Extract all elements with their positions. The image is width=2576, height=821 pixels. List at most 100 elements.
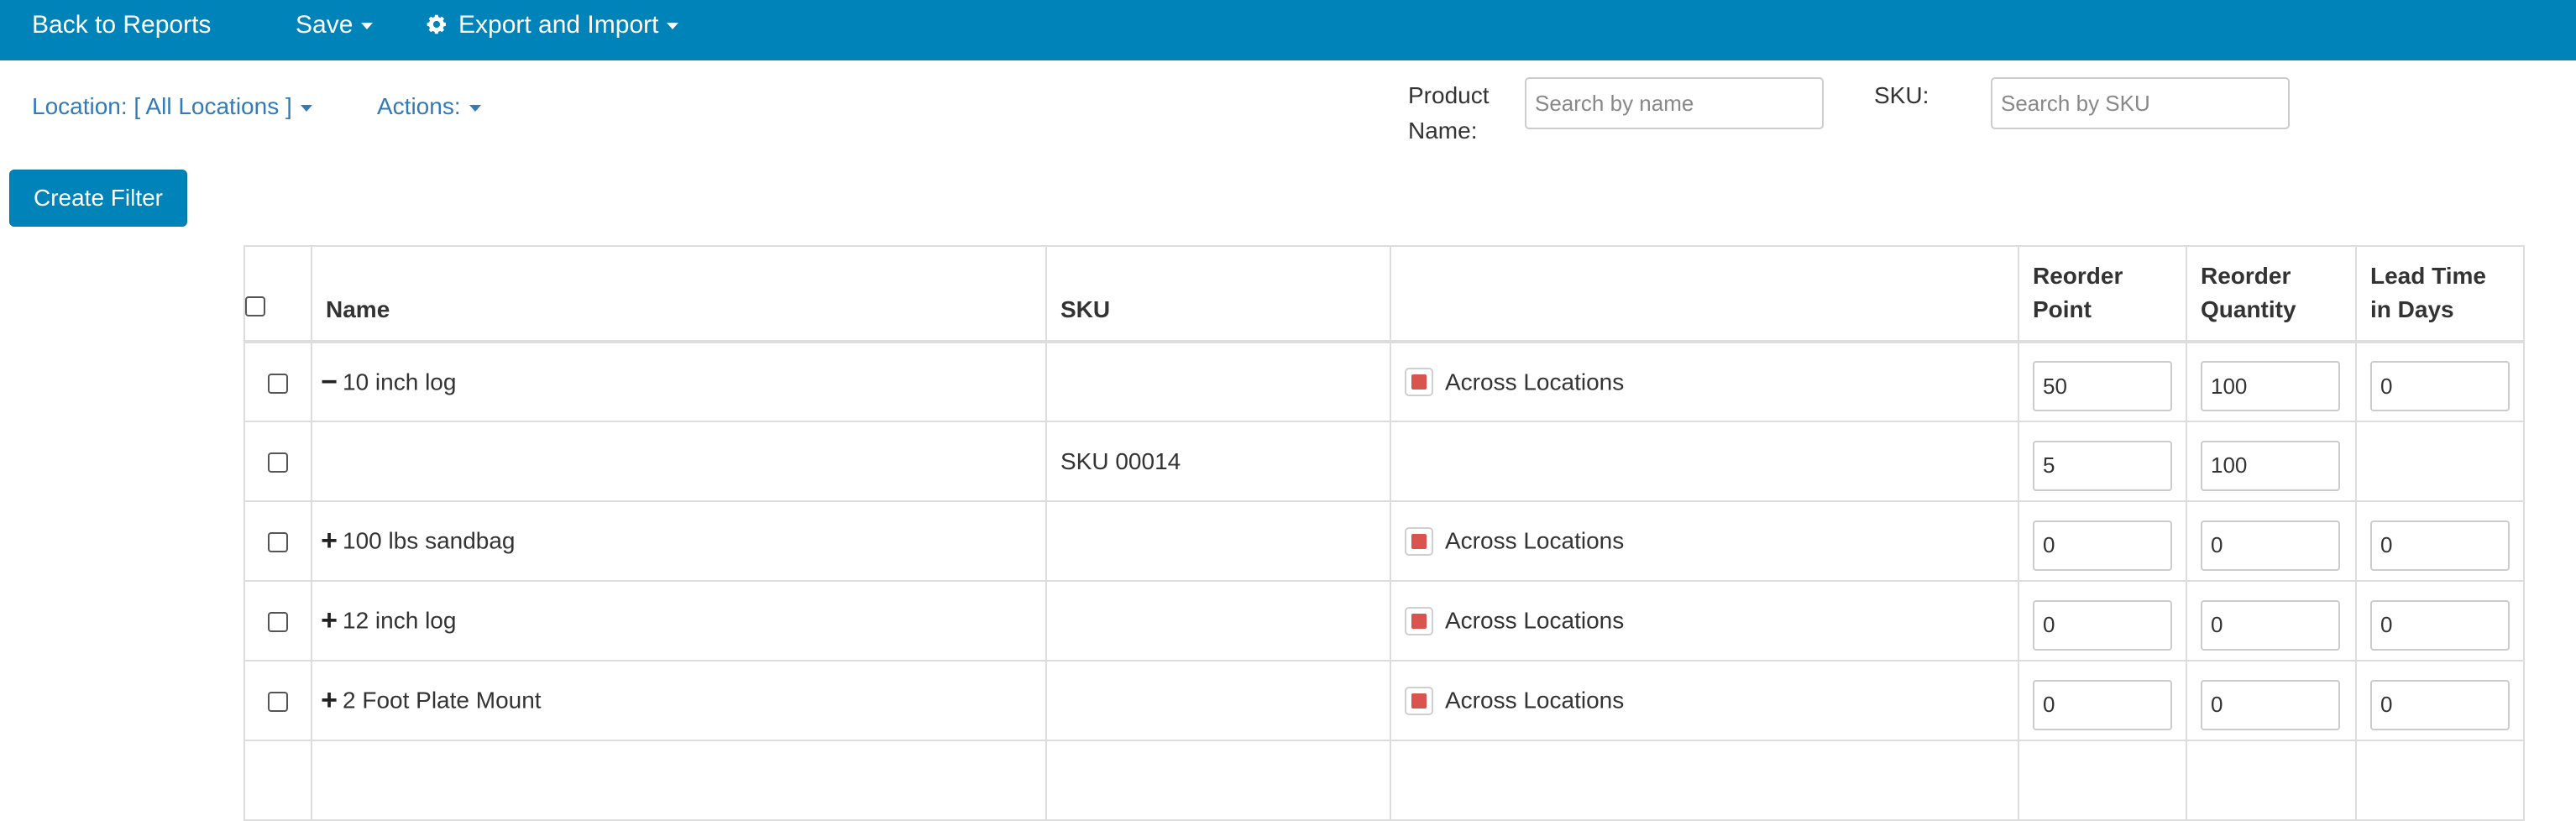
location-column-header [1390, 245, 2019, 343]
reorder-point-input[interactable] [2033, 440, 2172, 491]
lead-time-cell [2355, 341, 2525, 422]
name-cell: −10 inch log [311, 341, 1047, 422]
export-import-menu[interactable]: Export and Import [425, 0, 679, 50]
table-row: −10 inch log Across Locations [243, 341, 2525, 422]
product-name-search-input[interactable] [1525, 77, 1824, 129]
location-cell [1390, 421, 2019, 502]
sku-label: SKU: [1874, 82, 1929, 108]
name-cell [311, 421, 1047, 502]
location-flag-icon [1405, 368, 1433, 397]
row-select-cell [243, 341, 312, 422]
location-flag-icon [1405, 526, 1433, 556]
reorder-point-input[interactable] [2033, 361, 2172, 411]
lead-time-cell [2355, 740, 2525, 821]
reorder-quantity-cell [2186, 341, 2357, 422]
row-select-cell [243, 740, 312, 821]
sku-cell [1045, 660, 1391, 741]
location-cell: Across Locations [1390, 580, 2019, 662]
reorder-table: Name SKU Reorder Point Reorder Quantity … [243, 245, 2525, 821]
name-cell: +12 inch log [311, 580, 1047, 662]
row-checkbox[interactable] [268, 452, 288, 473]
select-all-checkbox[interactable] [245, 295, 265, 316]
collapse-toggle-icon[interactable]: − [319, 366, 339, 399]
chevron-down-icon [300, 104, 312, 112]
table-row: SKU 00014 [243, 421, 2525, 502]
reorder-quantity-input[interactable] [2201, 679, 2340, 730]
name-column-header[interactable]: Name [311, 245, 1047, 343]
create-filter-button[interactable]: Create Filter [9, 170, 187, 227]
chevron-down-icon [469, 104, 481, 112]
sku-column-header[interactable]: SKU [1045, 245, 1391, 343]
reorder-quantity-column-header[interactable]: Reorder Quantity [2186, 245, 2357, 343]
table-row [243, 740, 2525, 821]
location-cell: Across Locations [1390, 341, 2019, 422]
lead-time-input[interactable] [2370, 361, 2510, 411]
reorder-quantity-cell [2186, 500, 2357, 582]
location-label: Across Locations [1445, 687, 1625, 714]
location-cell: Across Locations [1390, 660, 2019, 741]
product-name: 2 Foot Plate Mount [343, 687, 542, 714]
name-cell: +100 lbs sandbag [311, 500, 1047, 582]
reorder-point-cell [2018, 341, 2187, 422]
lead-time-cell [2355, 500, 2525, 582]
chevron-down-icon [361, 23, 374, 30]
table-row: +12 inch log Across Locations [243, 580, 2525, 662]
row-checkbox[interactable] [268, 612, 288, 633]
name-cell: +2 Foot Plate Mount [311, 660, 1047, 741]
expand-toggle-icon[interactable]: + [319, 525, 339, 557]
expand-toggle-icon[interactable]: + [319, 684, 339, 717]
sku-search-input[interactable] [1991, 77, 2290, 129]
select-all-header [243, 245, 312, 343]
lead-time-input[interactable] [2370, 599, 2510, 651]
reorder-quantity-cell [2186, 580, 2357, 662]
row-select-cell [243, 660, 312, 741]
top-nav-bar: Back to Reports Save Export and Import [0, 0, 2576, 60]
product-name-label: Product Name: [1408, 82, 1490, 144]
export-import-label: Export and Import [458, 11, 659, 39]
row-select-cell [243, 580, 312, 662]
reorder-point-cell [2018, 580, 2187, 662]
actions-label: Actions: [377, 93, 461, 119]
location-cell [1390, 740, 2019, 821]
sku-cell: SKU 00014 [1045, 421, 1391, 502]
reorder-quantity-cell [2186, 740, 2357, 821]
reorder-quantity-input[interactable] [2201, 361, 2340, 411]
sku-cell [1045, 740, 1391, 821]
expand-toggle-icon[interactable]: + [319, 604, 339, 637]
row-select-cell [243, 421, 312, 502]
save-menu[interactable]: Save [296, 0, 374, 50]
reorder-point-input[interactable] [2033, 679, 2172, 730]
reorder-quantity-input[interactable] [2201, 440, 2340, 491]
location-label: Across Locations [1445, 527, 1625, 554]
reorder-quantity-input[interactable] [2201, 599, 2340, 651]
row-checkbox[interactable] [268, 692, 288, 713]
chevron-down-icon [667, 23, 679, 30]
lead-time-input[interactable] [2370, 679, 2510, 730]
name-cell [311, 740, 1047, 821]
reorder-point-cell [2018, 660, 2187, 741]
reorder-point-input[interactable] [2033, 599, 2172, 651]
reorder-quantity-input[interactable] [2201, 520, 2340, 571]
product-name: 12 inch log [343, 607, 457, 634]
table-row: +100 lbs sandbag Across Locations [243, 500, 2525, 582]
lead-time-input[interactable] [2370, 520, 2510, 571]
back-to-reports-link[interactable]: Back to Reports [32, 0, 211, 50]
reorder-point-column-header[interactable]: Reorder Point [2018, 245, 2187, 343]
sku-cell [1045, 580, 1391, 662]
gear-icon [427, 14, 446, 34]
row-checkbox[interactable] [268, 532, 288, 553]
table-row: +2 Foot Plate Mount Across Locations [243, 660, 2525, 741]
lead-time-column-header[interactable]: Lead Time in Days [2355, 245, 2525, 343]
row-checkbox[interactable] [268, 373, 288, 394]
reorder-point-cell [2018, 500, 2187, 582]
location-label: Location: [ All Locations ] [32, 93, 292, 119]
reorder-quantity-cell [2186, 660, 2357, 741]
lead-time-cell [2355, 421, 2525, 502]
reorder-point-input[interactable] [2033, 520, 2172, 571]
location-dropdown[interactable]: Location: [ All Locations ] [32, 91, 312, 123]
product-name: 100 lbs sandbag [343, 527, 516, 554]
location-label: Across Locations [1445, 369, 1625, 395]
actions-dropdown[interactable]: Actions: [377, 91, 481, 123]
back-to-reports-label: Back to Reports [32, 11, 212, 39]
location-label: Across Locations [1445, 607, 1625, 634]
